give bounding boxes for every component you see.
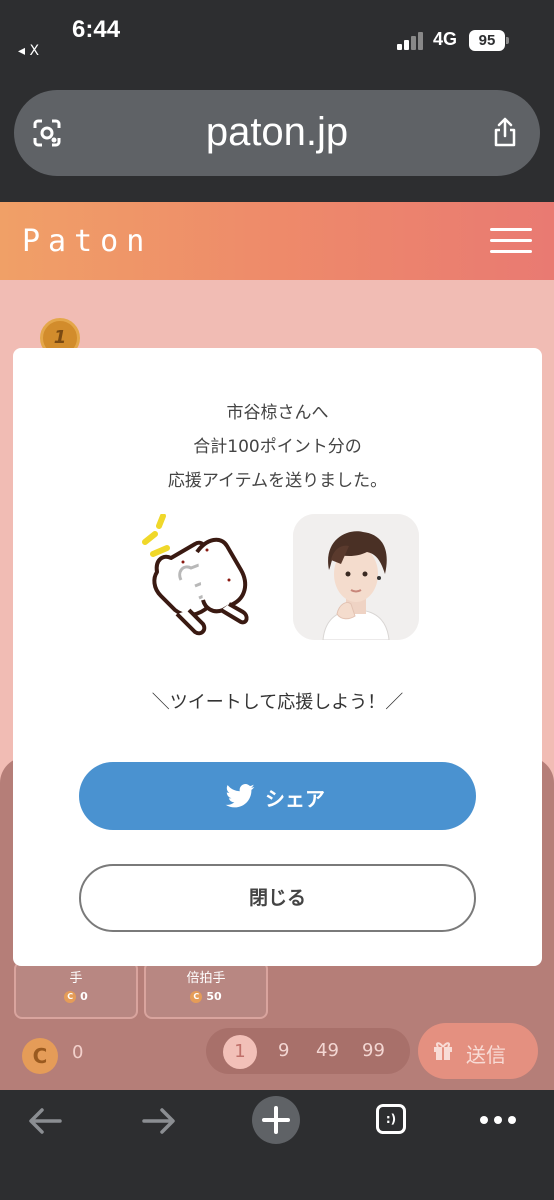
back-arrow-icon[interactable] — [26, 1106, 64, 1136]
browser-toolbar: :) — [0, 1090, 554, 1200]
wallet-balance: 0 — [72, 1042, 84, 1063]
plus-icon — [262, 1106, 290, 1134]
item-name: 手 — [69, 971, 83, 986]
signal-icon — [397, 32, 429, 50]
twitter-icon — [225, 784, 255, 808]
send-label: 送信 — [466, 1043, 506, 1067]
amount-option[interactable]: 99 — [362, 1040, 385, 1061]
amount-option[interactable]: 9 — [278, 1040, 289, 1061]
support-sent-modal: 市谷椋さんへ 合計100ポイント分の 応援アイテムを送りました。 ＼ツイートして — [13, 348, 542, 966]
modal-line-recipient: 市谷椋さんへ — [226, 403, 329, 423]
amount-selector: 1 9 49 99 — [206, 1028, 410, 1074]
battery-tip — [506, 37, 509, 44]
forward-arrow-icon[interactable] — [140, 1106, 178, 1136]
status-bar: 6:44 ◂ X 4G 95 — [0, 0, 554, 78]
more-menu-icon[interactable] — [480, 1116, 516, 1124]
status-time: 6:44 — [72, 16, 121, 43]
back-to-app-link[interactable]: ◂ X — [18, 43, 39, 59]
new-tab-button[interactable] — [252, 1096, 300, 1144]
twitter-share-button[interactable]: シェア — [79, 762, 476, 830]
clapping-hands-icon — [142, 514, 249, 636]
item-price: C 50 — [146, 990, 266, 1003]
item-card[interactable]: 倍拍手 C 50 — [144, 961, 268, 1019]
address-bar[interactable]: paton.jp — [14, 90, 540, 176]
browser-address-area: paton.jp — [0, 78, 554, 202]
coin-icon: C — [190, 991, 203, 1003]
coin-icon: C — [64, 991, 77, 1003]
site-header: Paton — [0, 202, 554, 280]
tab-switcher-button[interactable]: :) — [376, 1104, 406, 1134]
avatar — [293, 514, 419, 640]
share-label: シェア — [265, 787, 325, 811]
item-card[interactable]: 手 C0 — [14, 961, 138, 1019]
amount-option[interactable]: 49 — [316, 1040, 339, 1061]
coin-icon: C — [22, 1038, 58, 1074]
item-price: C0 — [16, 990, 136, 1003]
close-button[interactable]: 閉じる — [79, 864, 476, 932]
tweet-prompt: ＼ツイートして応援しよう！／ — [151, 692, 404, 713]
send-button[interactable]: 送信 — [418, 1023, 538, 1079]
battery-icon: 95 — [469, 30, 505, 51]
share-icon[interactable] — [490, 116, 520, 148]
network-type: 4G — [433, 29, 458, 49]
site-logo[interactable]: Paton — [22, 224, 152, 259]
modal-line-points: 合計100ポイント分の — [193, 437, 362, 457]
gift-icon — [434, 1042, 452, 1060]
modal-message: 市谷椋さんへ 合計100ポイント分の 応援アイテムを送りました。 — [13, 396, 542, 498]
modal-line-sent: 応援アイテムを送りました。 — [167, 471, 388, 491]
amount-option[interactable]: 1 — [223, 1035, 257, 1069]
url-text: paton.jp — [205, 110, 349, 154]
menu-icon[interactable] — [490, 228, 532, 254]
item-name: 倍拍手 — [186, 971, 226, 986]
